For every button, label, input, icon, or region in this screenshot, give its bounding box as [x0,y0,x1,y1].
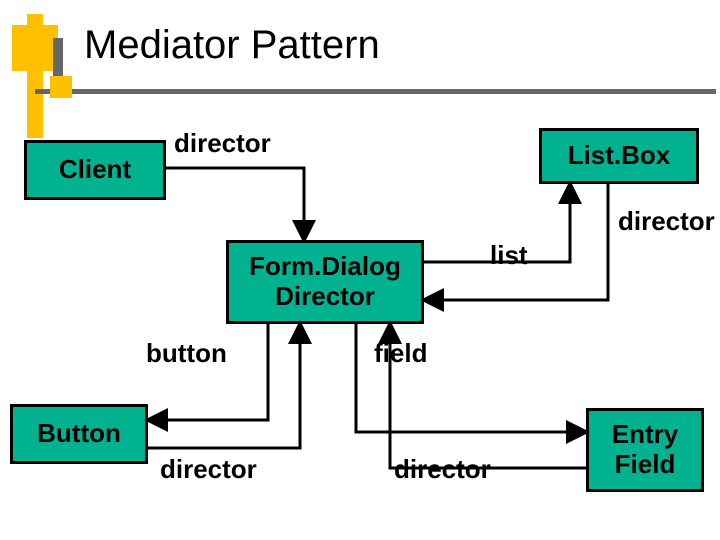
title-accent-small [50,76,72,98]
label-director-right: director [618,206,715,237]
box-client: Client [24,140,166,200]
box-button: Button [10,404,148,464]
box-listbox-label: List.Box [564,141,675,171]
title-accent-big [12,25,58,71]
label-list: list [490,240,528,271]
edge-client-to-formdialog [166,168,304,240]
label-director-bottom-right: director [394,454,491,485]
label-director-top: director [174,128,271,159]
diagram-stage: Mediator Pattern Client List.Box Form.Di… [0,0,720,540]
box-formdialog-label: Form.Dialog Director [229,252,421,312]
page-title: Mediator Pattern [84,23,380,68]
box-entryfield-label: Entry Field [589,420,701,480]
box-client-label: Client [55,155,135,185]
box-button-label: Button [33,419,125,449]
box-listbox: List.Box [539,128,699,184]
label-button: button [146,338,227,369]
title-rule-horz [35,89,716,94]
box-formdialog: Form.Dialog Director [226,240,424,324]
label-field: field [374,338,427,369]
box-entryfield: Entry Field [586,408,704,492]
label-director-bottom-left: director [160,454,257,485]
